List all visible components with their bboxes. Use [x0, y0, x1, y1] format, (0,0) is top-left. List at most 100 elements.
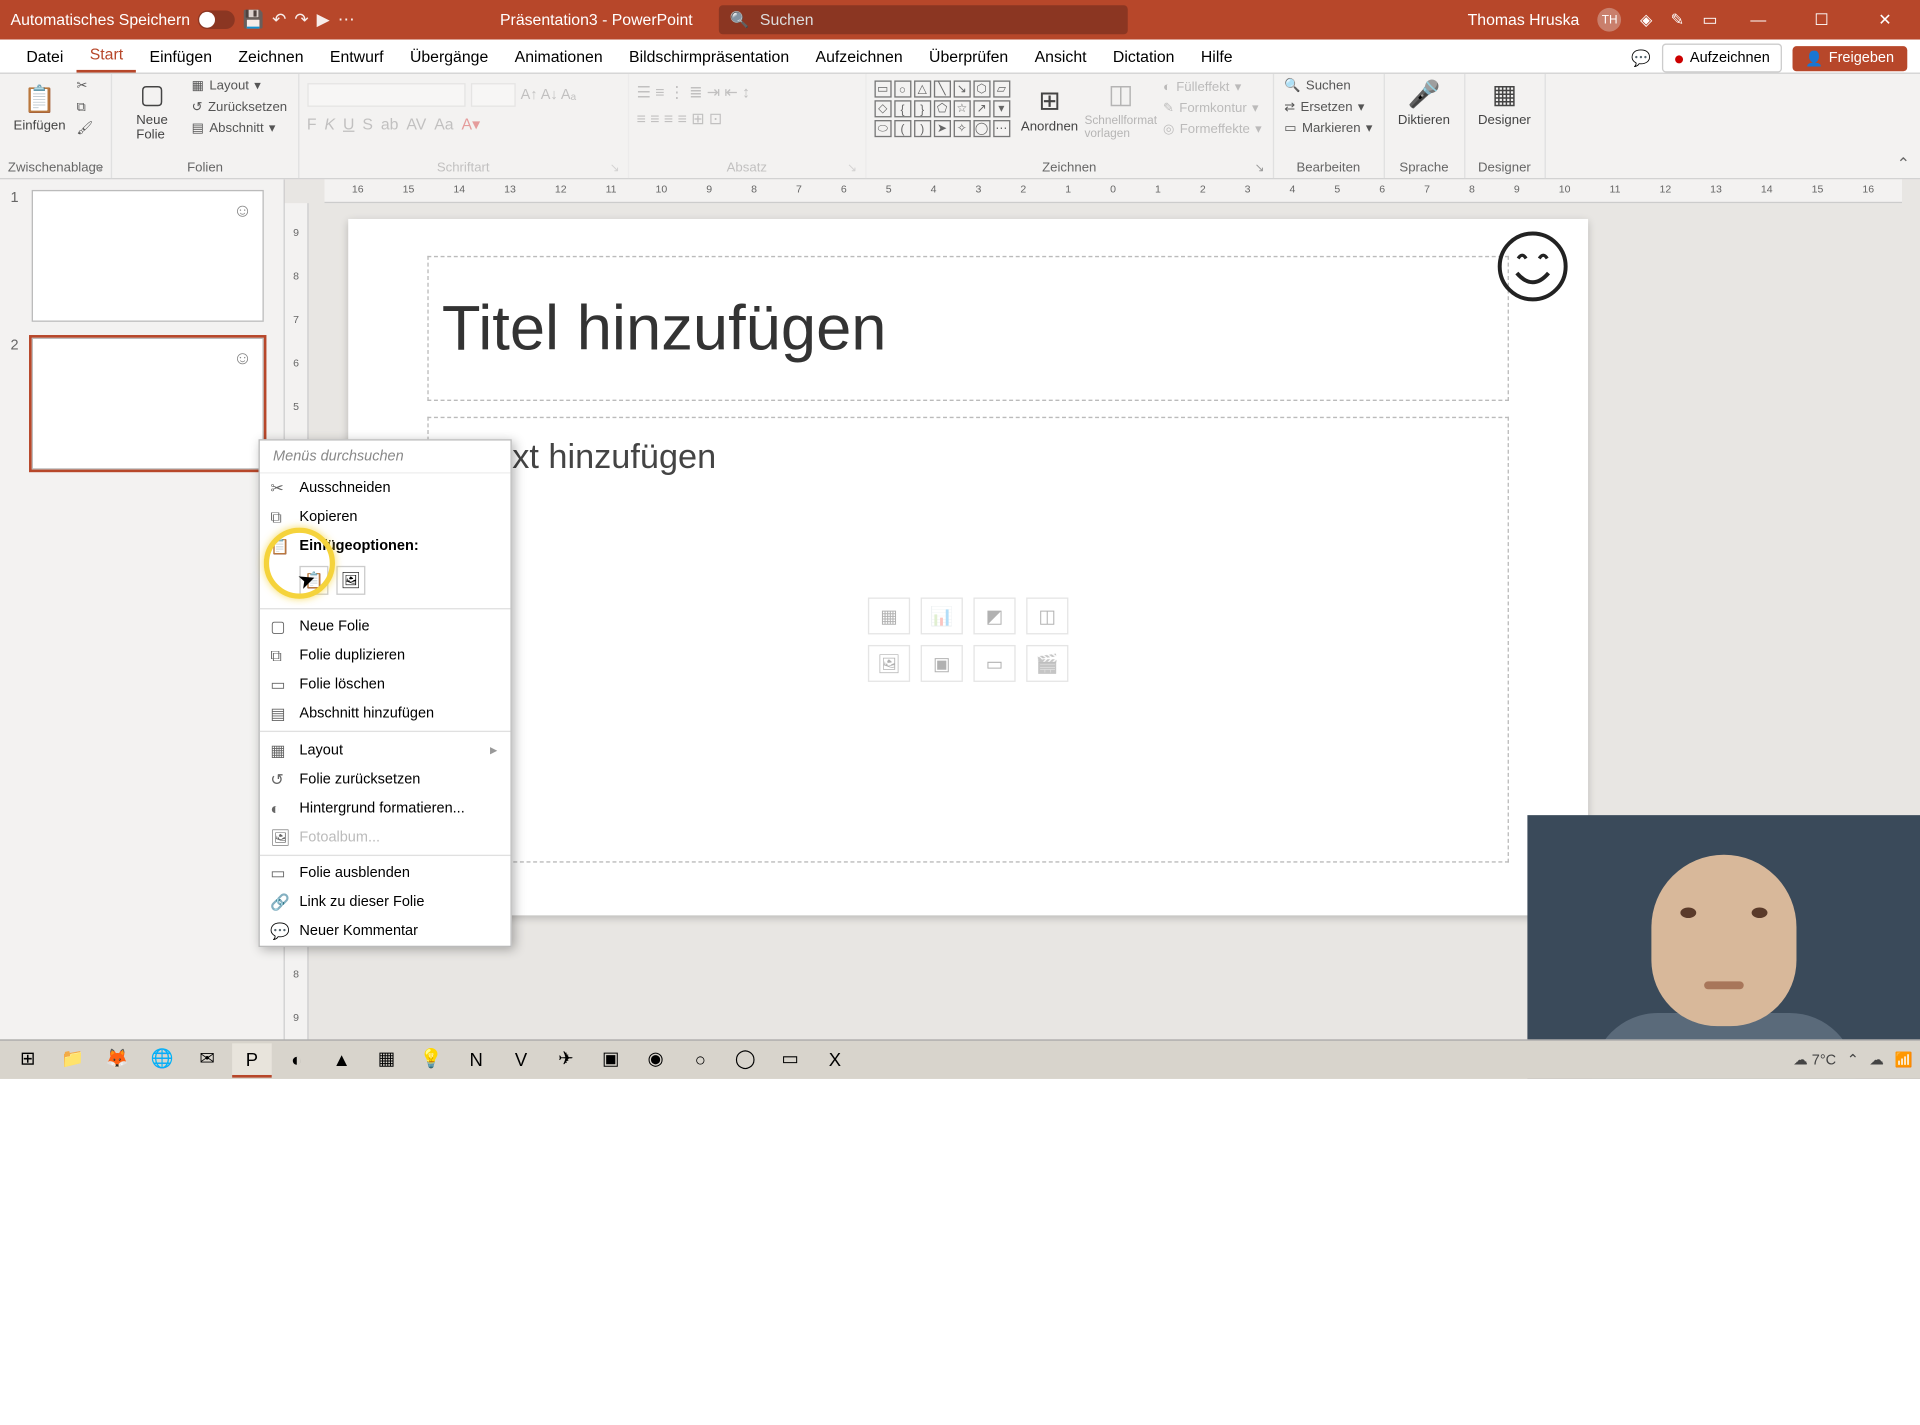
reset-button[interactable]: ↺ Zurücksetzen: [189, 99, 290, 116]
record-button[interactable]: ●Aufzeichnen: [1662, 44, 1782, 73]
chrome-icon[interactable]: 🌐: [142, 1043, 182, 1077]
content-placeholder-icons[interactable]: ▦📊◩◫ 🖼▣▭🎬: [868, 598, 1068, 682]
pen-icon[interactable]: ✎: [1671, 11, 1684, 29]
redo-icon[interactable]: ↷: [294, 9, 308, 30]
minimize-button[interactable]: —: [1736, 0, 1781, 40]
search-icon: 🔍: [730, 11, 750, 29]
outlook-icon[interactable]: ✉: [187, 1043, 227, 1077]
slide-canvas[interactable]: Titel hinzufügen • Text hinzufügen ▦📊◩◫ …: [348, 219, 1588, 915]
context-photo-album: 🖼Fotoalbum...: [260, 823, 511, 852]
effects-button[interactable]: ◎ Formeffekte ▾: [1160, 121, 1264, 138]
tab-aufzeichnen[interactable]: Aufzeichnen: [802, 41, 915, 73]
tab-zeichnen[interactable]: Zeichnen: [225, 41, 317, 73]
context-cut[interactable]: ✂Ausschneiden: [260, 474, 511, 503]
save-icon[interactable]: 💾: [243, 9, 264, 30]
group-clipboard: Zwischenablage↘: [8, 161, 103, 178]
tab-ubergange[interactable]: Übergänge: [397, 41, 502, 73]
onenote-icon[interactable]: N: [456, 1043, 496, 1077]
thumb-number: 1: [11, 190, 24, 322]
app-icon[interactable]: ▦: [367, 1043, 407, 1077]
context-new-slide[interactable]: ▢Neue Folie: [260, 612, 511, 641]
tab-animationen[interactable]: Animationen: [501, 41, 615, 73]
vlc-icon[interactable]: ▲: [322, 1043, 362, 1077]
search-box[interactable]: 🔍 Suchen: [719, 5, 1128, 34]
app-icon[interactable]: ▣: [591, 1043, 631, 1077]
quick-styles-button[interactable]: ◫Schnellformat vorlagen: [1089, 78, 1152, 140]
find-button[interactable]: 🔍 Suchen: [1282, 78, 1376, 95]
tab-einfugen[interactable]: Einfügen: [136, 41, 225, 73]
more-icon[interactable]: ⋯: [338, 9, 355, 30]
maximize-button[interactable]: ☐: [1799, 0, 1844, 40]
close-button[interactable]: ✕: [1862, 0, 1907, 40]
start-show-icon[interactable]: ▶: [317, 9, 330, 30]
app-icon[interactable]: ◯: [725, 1043, 765, 1077]
share-button[interactable]: 👤Freigeben: [1792, 46, 1907, 71]
cut-button[interactable]: ✂: [74, 78, 96, 95]
context-search[interactable]: Menüs durchsuchen: [260, 441, 511, 474]
section-button[interactable]: ▤ Abschnitt ▾: [189, 120, 290, 137]
autosave-toggle[interactable]: [198, 11, 235, 29]
tray-network-icon[interactable]: 📶: [1894, 1051, 1912, 1068]
context-duplicate-slide[interactable]: ⧉Folie duplizieren: [260, 641, 511, 670]
context-copy[interactable]: ⧉Kopieren: [260, 503, 511, 532]
slide-thumbnail-2[interactable]: ☺: [32, 338, 264, 470]
new-slide-button[interactable]: ▢Neue Folie: [120, 78, 183, 143]
select-button[interactable]: ▭ Markieren ▾: [1282, 120, 1376, 137]
collapse-ribbon[interactable]: ⌃: [1886, 149, 1920, 178]
fill-button[interactable]: ◐ Fülleffekt ▾: [1160, 79, 1264, 96]
context-add-section[interactable]: ▤Abschnitt hinzufügen: [260, 699, 511, 728]
user-avatar[interactable]: TH: [1598, 8, 1622, 32]
context-delete-slide[interactable]: ▭Folie löschen: [260, 670, 511, 699]
title-placeholder[interactable]: Titel hinzufügen: [427, 256, 1509, 401]
tray-cloud-icon[interactable]: ☁: [1869, 1051, 1884, 1068]
undo-icon[interactable]: ↶: [272, 9, 286, 30]
tab-start[interactable]: Start: [77, 38, 137, 72]
comments-icon[interactable]: 💬: [1631, 49, 1651, 67]
app-icon[interactable]: ◐: [277, 1043, 317, 1077]
context-link-slide[interactable]: 🔗Link zu dieser Folie: [260, 888, 511, 917]
firefox-icon[interactable]: 🦊: [98, 1043, 138, 1077]
telegram-icon[interactable]: ✈: [546, 1043, 586, 1077]
context-format-background[interactable]: ◐Hintergrund formatieren...: [260, 794, 511, 823]
start-button[interactable]: ⊞: [8, 1043, 48, 1077]
tab-uberprufen[interactable]: Überprüfen: [916, 41, 1022, 73]
app-icon[interactable]: V: [501, 1043, 541, 1077]
context-new-comment[interactable]: 💬Neuer Kommentar: [260, 917, 511, 946]
copy-button[interactable]: ⧉: [74, 99, 96, 116]
user-name[interactable]: Thomas Hruska: [1468, 11, 1580, 29]
replace-button[interactable]: ⇄ Ersetzen ▾: [1282, 99, 1376, 116]
outline-button[interactable]: ✎ Formkontur ▾: [1160, 100, 1264, 117]
powerpoint-icon[interactable]: P: [232, 1043, 272, 1077]
tab-dictation[interactable]: Dictation: [1100, 41, 1188, 73]
tab-hilfe[interactable]: Hilfe: [1188, 41, 1246, 73]
content-placeholder[interactable]: • Text hinzufügen ▦📊◩◫ 🖼▣▭🎬: [427, 417, 1509, 863]
app-icon[interactable]: 💡: [412, 1043, 452, 1077]
tab-bildschirm[interactable]: Bildschirmpräsentation: [616, 41, 802, 73]
dictate-button[interactable]: 🎤Diktieren: [1392, 78, 1455, 128]
paste-option-picture[interactable]: 🖼: [336, 566, 365, 595]
diamond-icon[interactable]: ◈: [1640, 11, 1652, 29]
context-hide-slide[interactable]: ▭Folie ausblenden: [260, 859, 511, 888]
window-icon[interactable]: ▭: [1702, 11, 1717, 29]
shapes-gallery[interactable]: ▭○△╲↘⬡▱ ◇{}⬠☆↗▾ ⬭()➤✧◯⋯: [874, 80, 1010, 137]
app-icon[interactable]: ○: [681, 1043, 721, 1077]
app-icon[interactable]: ▭: [770, 1043, 810, 1077]
designer-button[interactable]: ▦Designer: [1473, 78, 1536, 128]
tab-ansicht[interactable]: Ansicht: [1021, 41, 1099, 73]
context-layout[interactable]: ▦Layout▸: [260, 735, 511, 765]
paste-button[interactable]: 📋Einfügen: [8, 78, 71, 137]
format-painter-button[interactable]: 🖌: [74, 120, 96, 137]
context-reset-slide[interactable]: ↺Folie zurücksetzen: [260, 765, 511, 794]
tab-datei[interactable]: Datei: [13, 41, 76, 73]
tray-chevron[interactable]: ⌃: [1847, 1051, 1859, 1068]
weather-widget[interactable]: ☁ 7°C: [1793, 1051, 1836, 1068]
smiley-icon: [1496, 230, 1570, 321]
excel-icon[interactable]: X: [815, 1043, 855, 1077]
thumb-number: 2: [11, 338, 24, 470]
tab-entwurf[interactable]: Entwurf: [317, 41, 397, 73]
explorer-icon[interactable]: 📁: [53, 1043, 93, 1077]
slide-thumbnail-1[interactable]: ☺: [32, 190, 264, 322]
arrange-button[interactable]: ⊞Anordnen: [1018, 84, 1081, 134]
obs-icon[interactable]: ◉: [636, 1043, 676, 1077]
layout-button[interactable]: ▦ Layout ▾: [189, 78, 290, 95]
